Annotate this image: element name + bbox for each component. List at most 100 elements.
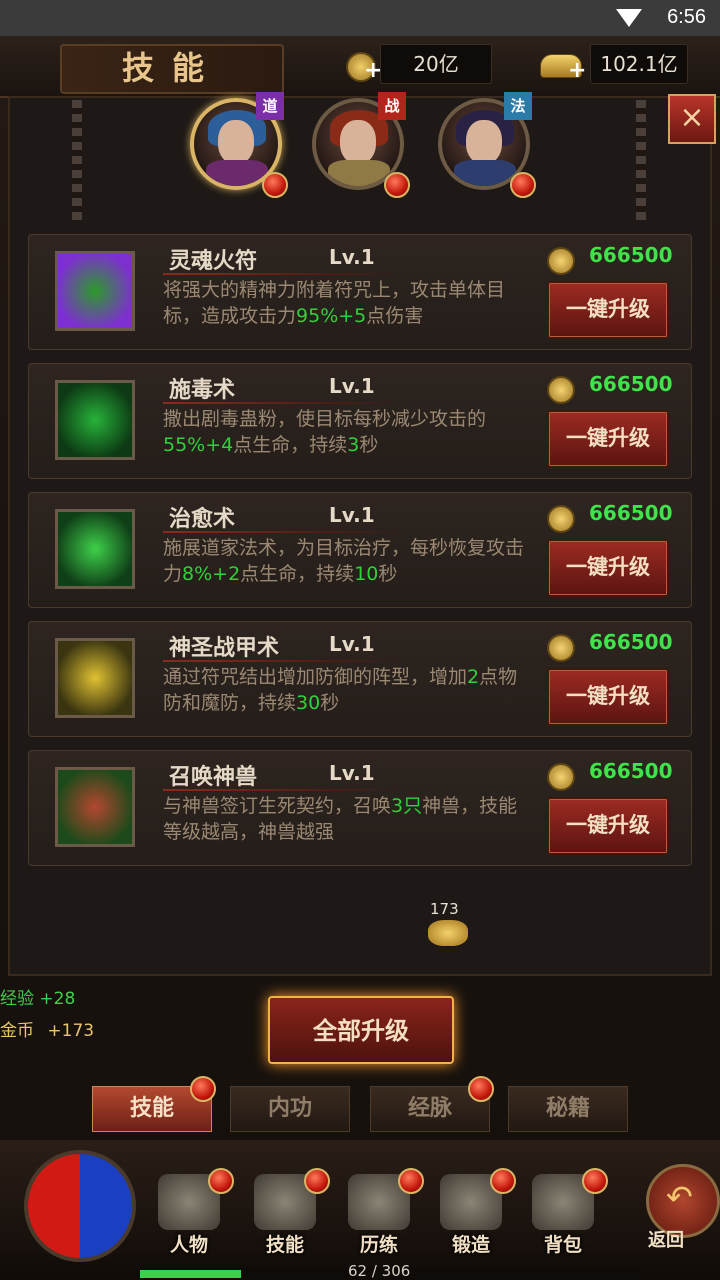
highlight-value: 95%+5	[296, 305, 367, 327]
return-arrow-icon: ↶	[666, 1178, 693, 1216]
desc-text: 撒出剧毒蛊粉，使目标每秒减少攻击的	[163, 408, 487, 430]
skill-row: 施毒术 Lv.1 撒出剧毒蛊粉，使目标每秒减少攻击的 55%+4点生命，持续3秒 666…	[28, 363, 692, 479]
coin-icon	[547, 634, 575, 662]
skill-name: 神圣战甲术	[169, 636, 280, 661]
notification-dot-icon	[304, 1168, 330, 1194]
skill-level: Lv.1	[329, 632, 375, 656]
desc-text: 点生命，持续	[240, 563, 355, 585]
armor-shape	[328, 160, 390, 186]
upgrade-button[interactable]: 一键升级	[547, 668, 669, 726]
notification-dot-icon	[510, 172, 536, 198]
tab-2[interactable]: 内功	[230, 1086, 350, 1132]
notification-dot-icon	[384, 172, 410, 198]
wifi-icon	[616, 9, 642, 27]
log-gold: 金币 +173	[0, 1016, 94, 1041]
armor-shape	[206, 160, 268, 186]
desc-text: 与神兽签订生死契约，召唤	[163, 795, 392, 817]
skill-cost: 666500	[589, 501, 673, 525]
notification-dot-icon	[582, 1168, 608, 1194]
face-shape	[340, 120, 376, 164]
skill-level: Lv.1	[329, 245, 375, 269]
skill-cost: 666500	[589, 759, 673, 783]
coin-icon	[547, 247, 575, 275]
coin-icon	[547, 763, 575, 791]
upgrade-button[interactable]: 一键升级	[547, 410, 669, 468]
notification-dot-icon	[468, 1076, 494, 1102]
desc-text: 秒	[320, 692, 340, 714]
desc-text: 点生命，持续	[233, 434, 348, 456]
menu-label: 技能	[265, 1234, 304, 1256]
highlight-value: 2	[467, 666, 480, 688]
skill-row: 神圣战甲术 Lv.1 通过符咒结出增加防御的阵型，增加2点物防和魔防，持续30秒 66…	[28, 621, 692, 737]
add-copper-button[interactable]: +	[340, 48, 382, 84]
skill-row: 治愈术 Lv.1 施展道家法术，为目标治疗，每秒恢复攻击力8%+2点生命，持续10秒…	[28, 492, 692, 608]
name-underline	[163, 789, 403, 791]
page-title: 技能	[60, 44, 284, 94]
log-label: 金币	[0, 1021, 34, 1041]
notification-dot-icon	[262, 172, 288, 198]
skill-description: 与神兽签订生死契约，召唤3只神兽，技能等级越高，神兽越强	[163, 793, 533, 845]
log-label: 经验	[0, 989, 34, 1009]
highlight-value: 3	[347, 434, 360, 456]
menu-label: 背包	[543, 1234, 582, 1256]
back-label: 返回	[648, 1230, 684, 1251]
desc-text: 秒	[359, 434, 379, 456]
plus-icon: +	[568, 58, 587, 83]
skill-description: 撒出剧毒蛊粉，使目标每秒减少攻击的 55%+4点生命，持续3秒	[163, 406, 533, 458]
log-value: +28	[39, 989, 76, 1009]
yin-yang-emblem-icon[interactable]	[24, 1150, 136, 1262]
tab-4[interactable]: 秘籍	[508, 1086, 628, 1132]
menu-label: 锻造	[451, 1234, 490, 1256]
skill-icon[interactable]	[55, 380, 135, 460]
xp-text: 62 / 306	[348, 1262, 411, 1280]
skill-level: Lv.1	[329, 761, 375, 785]
highlight-value: 8%+2	[182, 563, 241, 585]
skill-description: 通过符咒结出增加防御的阵型，增加2点物防和魔防，持续30秒	[163, 664, 533, 716]
skill-cost: 666500	[589, 372, 673, 396]
log-value: +173	[47, 1021, 95, 1041]
notification-dot-icon	[398, 1168, 424, 1194]
armor-shape	[454, 160, 516, 186]
add-gold-button[interactable]: +	[536, 48, 592, 84]
back-button[interactable]: ↶ 返回	[640, 1160, 720, 1258]
status-bar: 6:56	[0, 0, 720, 36]
skill-name: 治愈术	[169, 507, 236, 532]
class-badge: 法	[504, 92, 532, 120]
close-button[interactable]: ×	[668, 94, 716, 144]
class-badge: 道	[256, 92, 284, 120]
upgrade-button[interactable]: 一键升级	[547, 797, 669, 855]
name-underline	[163, 273, 403, 275]
face-shape	[466, 120, 502, 164]
chain-decoration	[636, 100, 646, 220]
desc-text: 点伤害	[366, 305, 424, 327]
highlight-value: 55%+4	[163, 434, 234, 456]
log-exp: 经验 +28	[0, 984, 75, 1009]
skill-cost: 666500	[589, 243, 673, 267]
skill-icon[interactable]	[55, 251, 135, 331]
copper-amount: 20亿	[380, 44, 492, 84]
gold-pile-icon[interactable]	[428, 920, 468, 946]
highlight-value: 10	[354, 563, 379, 585]
notification-dot-icon	[490, 1168, 516, 1194]
upgrade-all-button[interactable]: 全部升级	[268, 996, 454, 1064]
loot-count: 173	[430, 900, 459, 918]
skill-cost: 666500	[589, 630, 673, 654]
name-underline	[163, 402, 403, 404]
desc-text: 秒	[378, 563, 398, 585]
upgrade-button[interactable]: 一键升级	[547, 281, 669, 339]
name-underline	[163, 660, 403, 662]
chain-decoration	[72, 100, 82, 220]
coin-icon	[547, 505, 575, 533]
notification-dot-icon	[190, 1076, 216, 1102]
skill-row: 灵魂火符 Lv.1 将强大的精神力附着符咒上，攻击单体目标，造成攻击力95%+5点伤…	[28, 234, 692, 350]
skill-icon[interactable]	[55, 638, 135, 718]
class-badge: 战	[378, 92, 406, 120]
name-underline	[163, 531, 403, 533]
skill-level: Lv.1	[329, 374, 375, 398]
highlight-value: 30	[296, 692, 321, 714]
skill-level: Lv.1	[329, 503, 375, 527]
coin-icon	[547, 376, 575, 404]
skill-icon[interactable]	[55, 767, 135, 847]
skill-icon[interactable]	[55, 509, 135, 589]
upgrade-button[interactable]: 一键升级	[547, 539, 669, 597]
